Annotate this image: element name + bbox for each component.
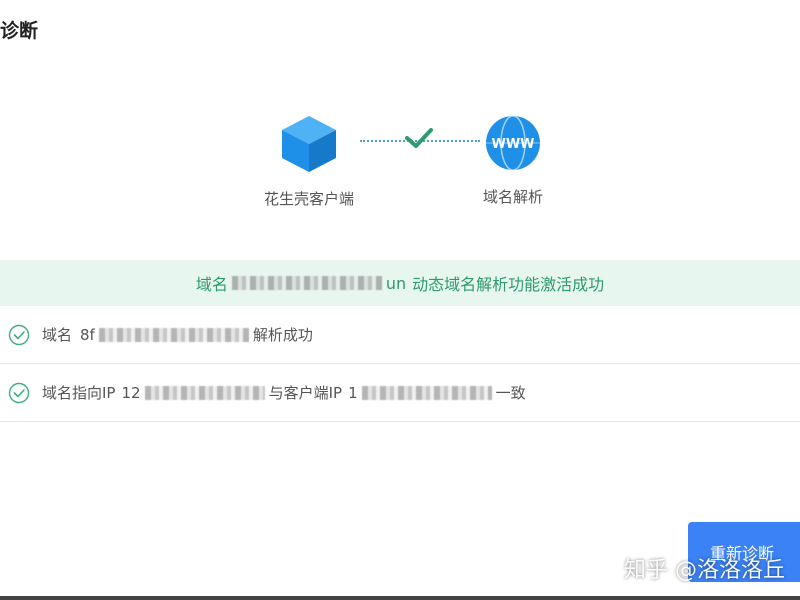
cube-icon [282, 116, 336, 172]
check-circle-icon [8, 324, 30, 346]
check-suffix: 一致 [495, 384, 526, 402]
check-middle: 与客户端IP [268, 384, 343, 402]
dns-node: WWW 域名解析 [443, 114, 583, 207]
banner-fragment: un [385, 273, 407, 293]
globe-icon: WWW [486, 115, 540, 171]
check-ip-match: 域名指向IP 12 与客户端IP 1 一致 [0, 364, 800, 422]
banner-prefix: 域名 [195, 275, 228, 294]
banner-suffix: 动态域名解析功能激活成功 [412, 275, 605, 294]
check-fragment-2: 1 [348, 383, 358, 402]
redacted-domain [98, 327, 249, 342]
check-fragment: 8f [80, 325, 95, 344]
check-prefix: 域名 [42, 326, 73, 344]
check-prefix: 域名指向IP [42, 384, 116, 402]
redacted-ip [144, 385, 265, 400]
redacted-domain [231, 276, 382, 290]
diagnosis-flow: 花生壳客户端 WWW 域名解析 [0, 110, 800, 220]
watermark: 知乎 @洛洛洛丘 [624, 558, 785, 583]
dialog-title: 诊断 [0, 20, 39, 42]
check-suffix: 解析成功 [252, 326, 313, 344]
dns-label: 域名解析 [482, 188, 543, 206]
activation-success-banner: 域名 un 动态域名解析功能激活成功 [0, 260, 800, 306]
client-node: 花生壳客户端 [239, 114, 379, 209]
window-bottom-edge [0, 596, 800, 600]
check-circle-icon [8, 382, 30, 404]
client-label: 花生壳客户端 [263, 190, 354, 208]
success-check-icon [404, 126, 434, 154]
globe-icon-text: WWW [491, 137, 534, 152]
check-domain-resolve: 域名 8f 解析成功 [0, 306, 800, 364]
redacted-ip [361, 385, 492, 400]
check-fragment: 12 [121, 383, 141, 402]
